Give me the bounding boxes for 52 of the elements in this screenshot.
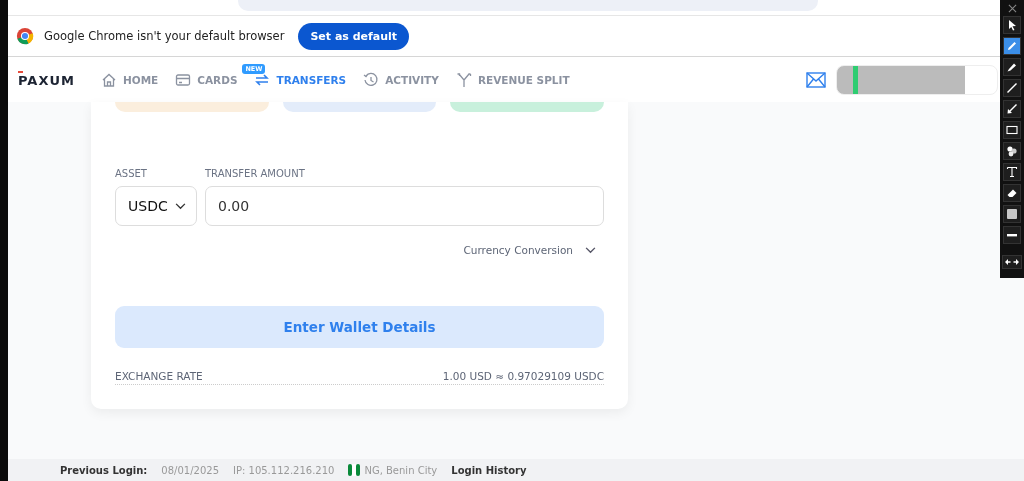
- split-icon: [455, 71, 472, 88]
- transfer-icon: [254, 71, 271, 88]
- option-tile[interactable]: [282, 102, 437, 112]
- tool-button[interactable]: [1003, 79, 1021, 97]
- history-icon: [363, 71, 380, 88]
- tool-button[interactable]: [1003, 142, 1021, 160]
- arrow-icon: [1006, 103, 1018, 115]
- option-tile[interactable]: [450, 102, 604, 112]
- login-location: NG, Benin City: [364, 464, 438, 476]
- exchange-rate-label: EXCHANGE RATE: [115, 370, 203, 382]
- chevron-down-icon: [585, 246, 596, 254]
- home-icon: [100, 71, 117, 88]
- asset-label: ASSET: [115, 168, 148, 179]
- flag-icon: [348, 464, 361, 476]
- card-icon: [175, 71, 192, 88]
- tool-button[interactable]: [1003, 226, 1021, 244]
- tool-button[interactable]: [1003, 58, 1021, 76]
- chevron-down-icon: [175, 202, 186, 210]
- tool-button[interactable]: [1003, 16, 1021, 34]
- tool-button[interactable]: [1003, 205, 1021, 223]
- eraser-icon: [1006, 187, 1018, 199]
- line-icon: [1006, 82, 1018, 94]
- amount-field[interactable]: 0.00: [205, 186, 604, 226]
- previous-login-label: Previous Login:: [60, 464, 148, 476]
- pencil-icon: [1006, 40, 1018, 52]
- stamp-icon: [1006, 145, 1018, 157]
- login-ip: IP: 105.112.216.210: [233, 464, 335, 476]
- pointer-icon: [1006, 19, 1018, 31]
- set-default-button[interactable]: Set as default: [298, 22, 410, 50]
- close-icon[interactable]: [1007, 4, 1017, 13]
- rectangle-icon: [1006, 124, 1018, 136]
- currency-conversion-toggle[interactable]: Currency Conversion: [463, 244, 604, 256]
- expand-toolbar-button[interactable]: [1002, 255, 1022, 269]
- paxum-logo[interactable]: PAXUM: [18, 71, 75, 88]
- marker-icon: [1006, 61, 1018, 73]
- infobar-message: Google Chrome isn't your default browser: [44, 29, 285, 43]
- option-tile[interactable]: [115, 102, 269, 112]
- tool-button[interactable]: [1003, 163, 1021, 181]
- left-right-arrows-icon: [1005, 258, 1019, 266]
- tool-button[interactable]: [1003, 121, 1021, 139]
- tool-button[interactable]: [1003, 37, 1021, 55]
- mail-icon[interactable]: [806, 71, 826, 88]
- login-date: 08/01/2025: [161, 464, 219, 476]
- text-tool-icon: [1006, 166, 1018, 178]
- chrome-logo-icon: [16, 27, 34, 45]
- tool-button[interactable]: [1003, 100, 1021, 118]
- amount-label: TRANSFER AMOUNT: [205, 168, 306, 179]
- asset-select[interactable]: USDC: [115, 186, 197, 226]
- exchange-rate-value: 1.00 USD ≈ 0.97029109 USDC: [442, 370, 604, 382]
- fill-swatch-icon: [1006, 208, 1018, 220]
- login-history-link[interactable]: Login History: [451, 464, 527, 476]
- tool-button[interactable]: [1003, 184, 1021, 202]
